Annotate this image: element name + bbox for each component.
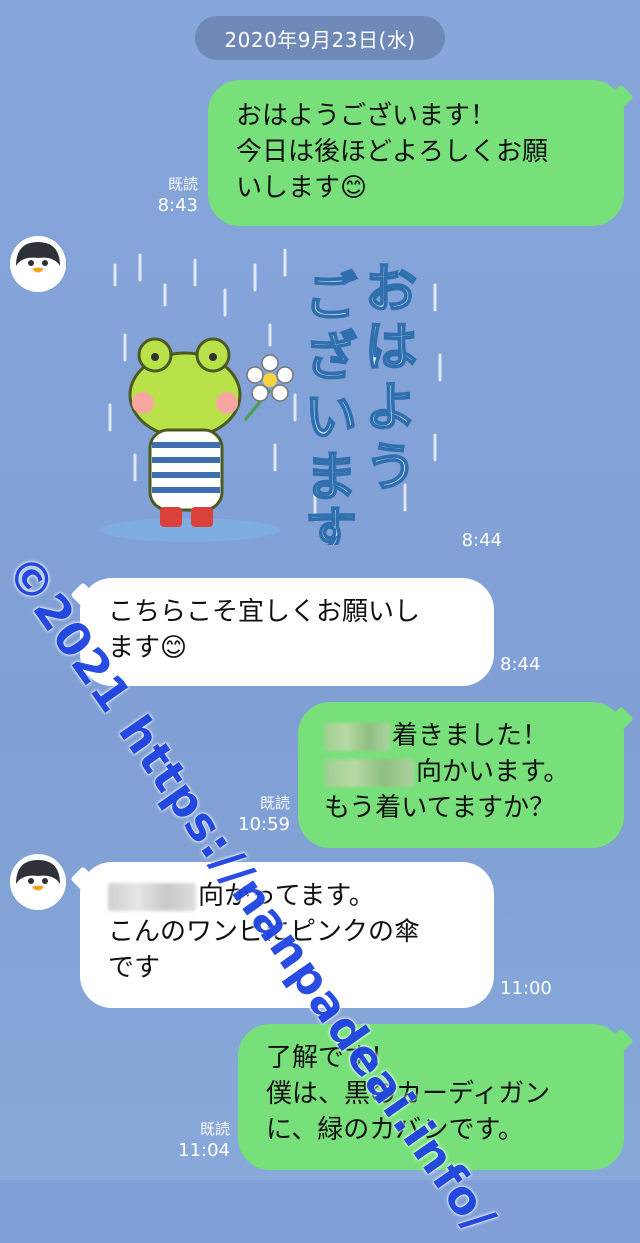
redacted-text <box>324 758 414 787</box>
bubble-tail <box>608 84 634 110</box>
message-line-wrapper: 向かってます。 <box>108 878 466 914</box>
bubble-tail <box>70 582 96 608</box>
message-line: 僕は、黒のカーディガン <box>266 1079 551 1109</box>
penguin-icon[interactable] <box>10 236 66 292</box>
bubble-tail <box>608 706 634 732</box>
svg-text:ま: ま <box>305 448 357 508</box>
svg-text:お: お <box>365 260 417 320</box>
message-meta: 8:44 <box>440 530 502 552</box>
read-receipt: 既読 <box>259 794 290 812</box>
redacted-text <box>324 722 390 751</box>
message-line-wrapper: 着きました！ <box>324 718 598 754</box>
date-separator: 2020年9月23日(水) <box>195 16 445 60</box>
read-receipt: 既読 <box>167 175 198 193</box>
svg-text:ざ: ざ <box>305 328 357 388</box>
message-bubble-received[interactable]: 向かってます。 こんのワンピにピンクの傘 です <box>70 862 494 1008</box>
message-line: です <box>108 953 161 983</box>
message-meta: 既読 8:43 <box>140 173 198 217</box>
svg-text:は: は <box>365 318 417 378</box>
message-time: 8:44 <box>500 654 541 675</box>
message-bubble-sent[interactable]: 着きました！ 向かいます。 もう着いてますか？ <box>298 702 634 848</box>
message-time: 11:04 <box>178 1140 230 1161</box>
chat-background: 2020年9月23日(水) 既読 8:43 おはようございます！ 今日は後ほどよ… <box>0 0 640 1243</box>
message-line: こちらこそ宜しくお願いし <box>108 597 421 627</box>
message-line: こんのワンピにピンクの傘 <box>108 917 421 947</box>
message-line: 了解です！ <box>266 1043 397 1073</box>
bubble-tail <box>70 866 96 892</box>
message-meta: 既読 11:04 <box>168 1118 230 1162</box>
message-line: 今日は後ほどよろしくお願 <box>236 137 549 167</box>
message-meta: 11:00 <box>500 978 560 1000</box>
message-line: ます😊 <box>108 633 188 663</box>
message-bubble-received[interactable]: こちらこそ宜しくお願いし ます😊 <box>70 578 494 686</box>
penguin-icon[interactable] <box>10 854 66 910</box>
svg-text:う: う <box>365 438 417 498</box>
message-line: 向かってます。 <box>198 881 375 911</box>
redacted-text <box>108 882 196 911</box>
svg-text:よ: よ <box>365 378 417 438</box>
message-meta: 8:44 <box>500 654 560 676</box>
svg-text:ご: ご <box>305 268 357 328</box>
date-label: 2020年9月23日(水) <box>224 27 416 52</box>
message-line: おはようございます！ <box>236 101 497 131</box>
message-bubble-sent[interactable]: 了解です！ 僕は、黒のカーディガン に、緑のカバンです。 <box>238 1024 634 1170</box>
message-time: 8:43 <box>157 195 198 216</box>
bubble-tail <box>608 1028 634 1054</box>
message-time: 10:59 <box>238 814 290 835</box>
message-time: 8:44 <box>461 530 502 551</box>
svg-text:い: い <box>305 388 357 448</box>
frog-sticker[interactable]: お は よ う ご ざ い ま す <box>95 245 455 564</box>
svg-text:す: す <box>305 503 357 545</box>
message-time: 11:00 <box>500 978 552 999</box>
read-receipt: 既読 <box>199 1120 230 1138</box>
message-line: いします😊 <box>236 173 368 203</box>
message-bubble-sent[interactable]: おはようございます！ 今日は後ほどよろしくお願 いします😊 <box>208 80 634 226</box>
message-meta: 既読 10:59 <box>228 792 290 836</box>
message-line-wrapper: 向かいます。 <box>324 754 598 790</box>
message-line: 向かいます。 <box>416 757 570 787</box>
message-line: もう着いてますか？ <box>324 793 556 823</box>
message-line: に、緑のカバンです。 <box>266 1115 524 1145</box>
message-line: 着きました！ <box>392 721 549 751</box>
